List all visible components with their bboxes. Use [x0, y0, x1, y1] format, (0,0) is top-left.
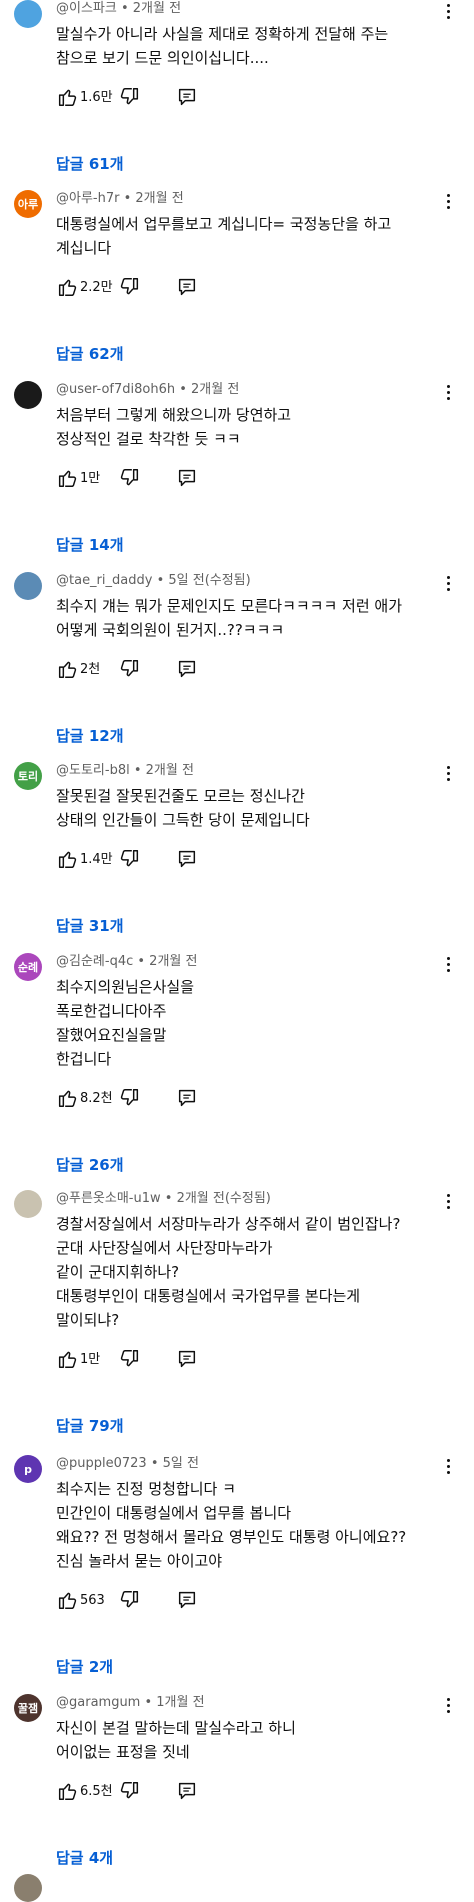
comment-text: 말실수가 아니라 사실을 제대로 정확하게 전달해 주는 참으로 보기 드문 의…	[56, 25, 389, 67]
comment-actions: 1만	[56, 467, 356, 491]
comment-text: 최수지의원님은사실을 폭로한겁니다아주 잘했어요진실을말 한겁니다	[56, 978, 195, 1068]
like-icon[interactable]	[56, 467, 78, 489]
comment-author-meta[interactable]: @푸른옷소매-u1w • 2개월 전(수정됨)	[56, 1190, 271, 1208]
avatar[interactable]	[14, 0, 42, 28]
view-replies-button[interactable]: 답글 62개	[56, 344, 124, 364]
like-icon[interactable]	[56, 658, 78, 680]
avatar[interactable]	[14, 1874, 42, 1902]
reply-icon[interactable]	[176, 1348, 198, 1370]
like-icon[interactable]	[56, 1780, 78, 1802]
reply-icon[interactable]	[176, 848, 198, 870]
avatar[interactable]	[14, 381, 42, 409]
view-replies-button[interactable]: 답글 61개	[56, 154, 124, 174]
like-icon[interactable]	[56, 1589, 78, 1611]
dislike-icon[interactable]	[119, 276, 141, 298]
reply-icon[interactable]	[176, 1087, 198, 1109]
like-count: 563	[80, 1593, 105, 1608]
comment-actions: 6.5천	[56, 1780, 356, 1804]
comment-text: 경찰서장실에서 서장마누라가 상주해서 같이 범인잡나? 군대 사단장실에서 사…	[56, 1215, 401, 1329]
view-replies-button[interactable]: 답글 31개	[56, 916, 124, 936]
reply-icon[interactable]	[176, 467, 198, 489]
avatar[interactable]	[14, 1190, 42, 1218]
avatar[interactable]: 꿀잼	[14, 1694, 42, 1722]
comment-text: 자신이 본걸 말하는데 말실수라고 하니 어이없는 표정을 짓네	[56, 1719, 296, 1761]
comment-actions: 1.4만	[56, 848, 356, 872]
like-count: 1만	[80, 471, 101, 486]
avatar-label: 꿀잼	[17, 1702, 39, 1715]
comment-text: 대통령실에서 업무를보고 계십니다= 국정농단을 하고 계십니다	[56, 215, 392, 257]
comment-actions: 2.2만	[56, 276, 356, 300]
more-options-icon[interactable]	[438, 1455, 458, 1477]
dislike-icon[interactable]	[119, 86, 141, 108]
more-options-icon[interactable]	[438, 1694, 458, 1716]
view-replies-button[interactable]: 답글 79개	[56, 1416, 124, 1436]
avatar[interactable]: p	[14, 1455, 42, 1483]
view-replies-button[interactable]: 답글 4개	[56, 1848, 113, 1868]
dislike-icon[interactable]	[119, 658, 141, 680]
more-options-icon[interactable]	[438, 762, 458, 784]
more-options-icon[interactable]	[438, 953, 458, 975]
dislike-icon[interactable]	[119, 1589, 141, 1611]
comment-actions: 1만	[56, 1348, 356, 1372]
like-count: 2천	[80, 662, 101, 677]
like-count: 2.2만	[80, 280, 113, 295]
view-replies-button[interactable]: 답글 12개	[56, 726, 124, 746]
comment-actions: 8.2천	[56, 1087, 356, 1111]
avatar[interactable]: 순례	[14, 953, 42, 981]
comment-author-meta[interactable]: @pupple0723 • 5일 전	[56, 1455, 199, 1473]
reply-icon[interactable]	[176, 1589, 198, 1611]
comment-author-meta[interactable]: @이스파크 • 2개월 전	[56, 0, 181, 18]
reply-icon[interactable]	[176, 1780, 198, 1802]
dislike-icon[interactable]	[119, 1087, 141, 1109]
comment-actions: 1.6만	[56, 86, 356, 110]
like-icon[interactable]	[56, 1348, 78, 1370]
comment-actions: 563	[56, 1589, 356, 1613]
dislike-icon[interactable]	[119, 1348, 141, 1370]
like-icon[interactable]	[56, 86, 78, 108]
avatar[interactable]	[14, 572, 42, 600]
comment-text: 처음부터 그렇게 해왔으니까 당연하고 정상적인 걸로 착각한 듯 ㅋㅋ	[56, 406, 292, 448]
reply-icon[interactable]	[176, 86, 198, 108]
reply-icon[interactable]	[176, 276, 198, 298]
view-replies-button[interactable]: 답글 14개	[56, 535, 124, 555]
comment-author-meta[interactable]: @김순례-q4c • 2개월 전	[56, 953, 197, 971]
avatar[interactable]: 토리	[14, 762, 42, 790]
like-count: 1만	[80, 1352, 101, 1367]
comment-author-meta[interactable]: @garamgum • 1개월 전	[56, 1694, 205, 1712]
view-replies-button[interactable]: 답글 2개	[56, 1657, 113, 1677]
like-icon[interactable]	[56, 1087, 78, 1109]
comment-author-meta[interactable]: @user-of7di8oh6h • 2개월 전	[56, 381, 239, 399]
more-options-icon[interactable]	[438, 190, 458, 212]
dislike-icon[interactable]	[119, 848, 141, 870]
more-options-icon[interactable]	[438, 1190, 458, 1212]
avatar[interactable]: 아루	[14, 190, 42, 218]
like-count: 1.6만	[80, 90, 113, 105]
dislike-icon[interactable]	[119, 467, 141, 489]
comment-author-meta[interactable]: @도토리-b8l • 2개월 전	[56, 762, 194, 780]
comment-text: 최수지 걔는 뭐가 문제인지도 모른다ㅋㅋㅋㅋ 저런 애가 어떻게 국회의원이 …	[56, 597, 403, 639]
like-count: 6.5천	[80, 1784, 113, 1799]
comment-actions: 2천	[56, 658, 356, 682]
dislike-icon[interactable]	[119, 1780, 141, 1802]
like-count: 8.2천	[80, 1091, 113, 1106]
more-options-icon[interactable]	[438, 0, 458, 22]
like-icon[interactable]	[56, 848, 78, 870]
like-icon[interactable]	[56, 276, 78, 298]
avatar-label: 아루	[17, 198, 39, 211]
like-count: 1.4만	[80, 852, 113, 867]
more-options-icon[interactable]	[438, 572, 458, 594]
avatar-label: 토리	[17, 770, 39, 783]
avatar-label: 순례	[17, 961, 39, 974]
comment-text: 잘못된걸 잘못된건줄도 모르는 정신나간 상태의 인간들이 그득한 당이 문제입…	[56, 787, 310, 829]
reply-icon[interactable]	[176, 658, 198, 680]
avatar-label: p	[24, 1462, 32, 1476]
comment-author-meta[interactable]: @tae_ri_daddy • 5일 전(수정됨)	[56, 572, 251, 590]
view-replies-button[interactable]: 답글 26개	[56, 1155, 124, 1175]
more-options-icon[interactable]	[438, 381, 458, 403]
comment-text: 최수지는 진정 멍청합니다 ㅋ 민간인이 대통령실에서 업무를 봅니다 왜요??…	[56, 1480, 407, 1570]
comment-author-meta[interactable]: @아루-h7r • 2개월 전	[56, 190, 184, 208]
